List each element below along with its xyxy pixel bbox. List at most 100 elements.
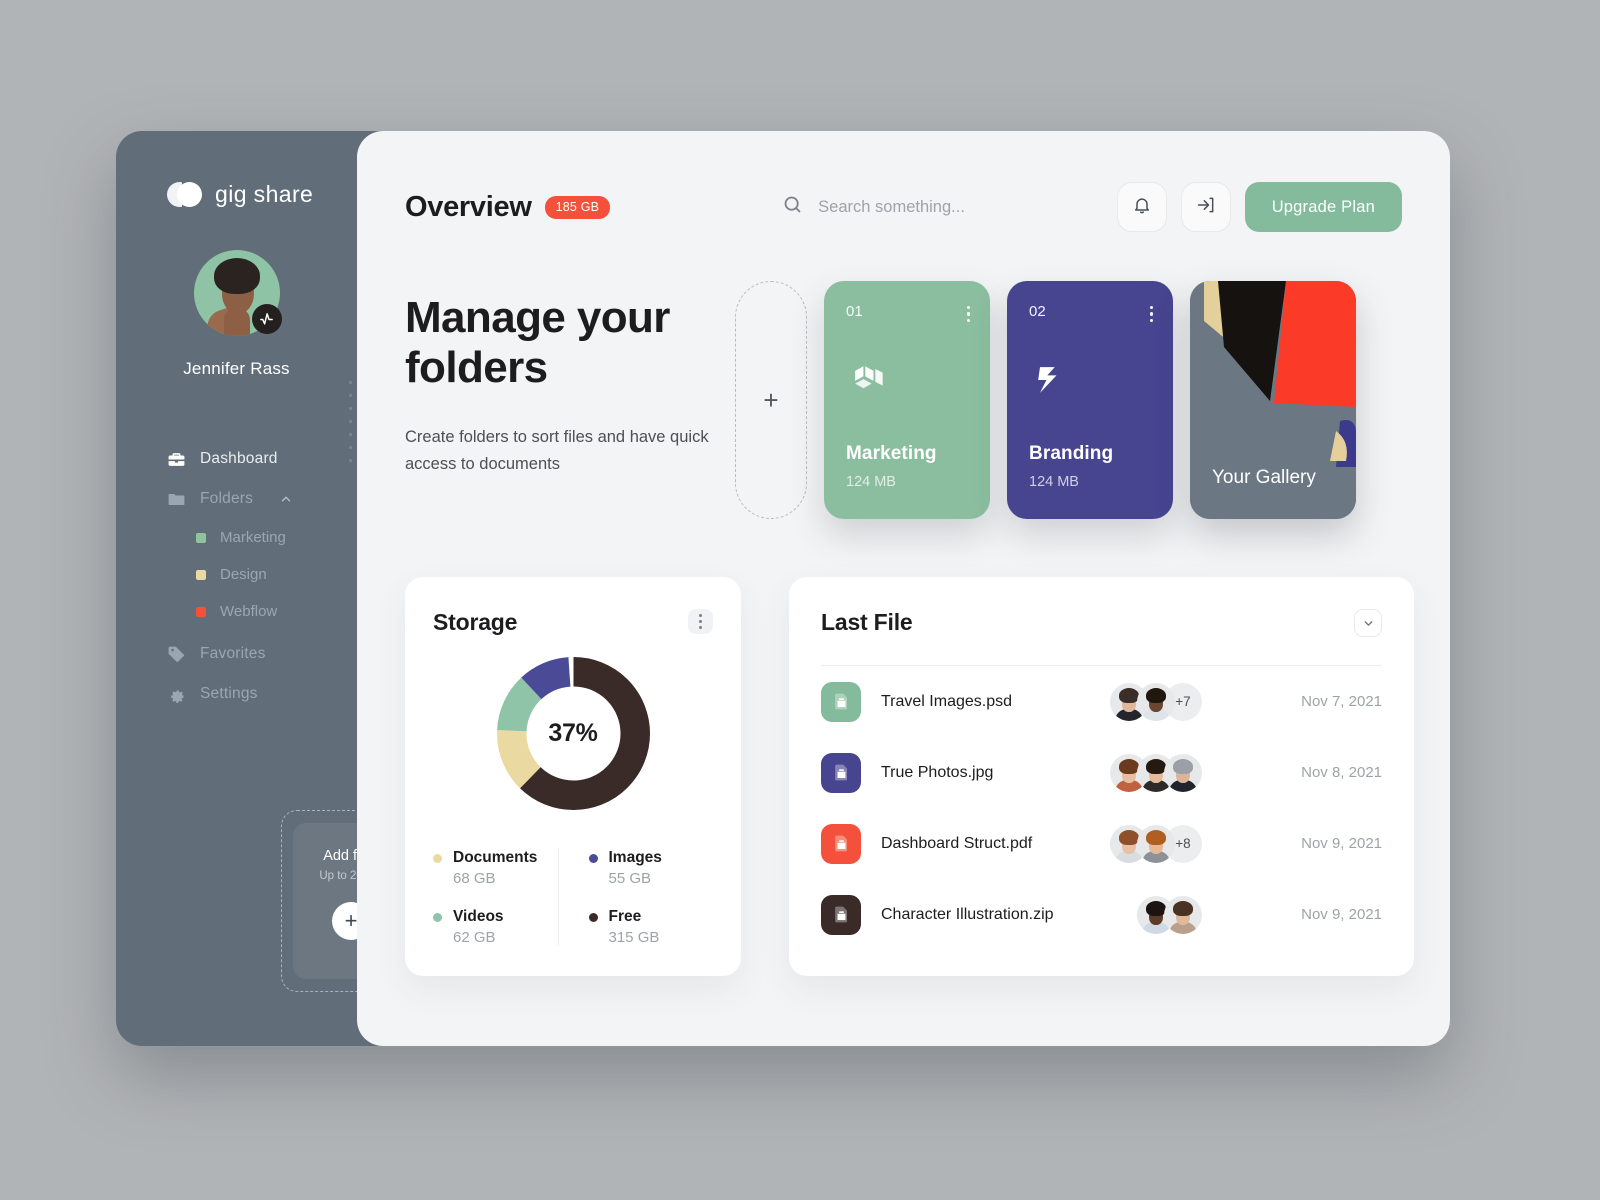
upgrade-plan-button[interactable]: Upgrade Plan — [1244, 182, 1402, 232]
legend-item-free: Free 315 GB — [588, 908, 714, 946]
folder-icon — [167, 490, 186, 509]
gear-icon — [167, 685, 186, 704]
collaborator-avatars[interactable]: +8 — [1110, 824, 1202, 863]
app-window: gig share Jennifer Rass Dashboard Folder… — [116, 131, 1450, 1046]
sidebar-item-folders[interactable]: Folders — [167, 479, 357, 519]
page-title-group: Overview 185 GB — [405, 190, 611, 224]
login-button[interactable] — [1180, 182, 1231, 232]
legend-label: Documents — [453, 849, 538, 866]
kebab-menu-icon[interactable] — [966, 303, 970, 323]
brand-name: gig share — [215, 181, 314, 207]
collaborator-avatars[interactable] — [1110, 753, 1202, 792]
legend-item-images: Images 55 GB — [588, 849, 714, 887]
sidebar-item-marketing[interactable]: Marketing — [196, 519, 357, 556]
last-file-title: Last File — [821, 609, 913, 635]
avatar — [1164, 753, 1202, 792]
last-file-header: Last File — [821, 609, 1382, 637]
folder-card-branding[interactable]: 02 Branding 124 MB — [1007, 281, 1173, 519]
storage-title: Storage — [433, 609, 518, 635]
sidebar-item-settings[interactable]: Settings — [167, 674, 357, 714]
hero-heading: Manage your folders — [405, 293, 670, 392]
avatar-wrapper[interactable] — [193, 250, 282, 336]
add-files-button[interactable]: + — [332, 902, 357, 940]
folder-card-marketing[interactable]: 01 Marketing 124 MB — [824, 281, 990, 519]
file-name: Dashboard Struct.pdf — [881, 834, 1033, 852]
storage-legend: Documents 68 GB Videos 62 GB Images 55 G… — [433, 849, 713, 946]
file-type-icon — [821, 894, 861, 935]
sidebar-item-webflow[interactable]: Webflow — [196, 593, 357, 630]
file-date: Nov 8, 2021 — [1301, 764, 1382, 781]
page-title: Overview — [405, 190, 532, 223]
legend-value: 315 GB — [608, 929, 660, 946]
profile-name: Jennifer Rass — [183, 359, 290, 378]
folder-color-swatch — [196, 569, 206, 580]
search-input[interactable] — [818, 197, 1089, 217]
sidebar-item-favorites[interactable]: Favorites — [167, 634, 357, 674]
folder-brand-icon — [1029, 358, 1153, 407]
folder-number: 01 — [846, 303, 863, 320]
hero-row: Manage your folders Create folders to so… — [357, 235, 1450, 519]
folder-card-header: 02 — [1029, 303, 1153, 323]
main-content: Overview 185 GB Search something... Upgr… — [357, 131, 1450, 1046]
sidebar-item-dashboard[interactable]: Dashboard — [167, 439, 357, 479]
folder-number: 02 — [1029, 303, 1046, 320]
hero-text: Manage your folders Create folders to so… — [405, 275, 735, 519]
add-files-subtitle: Up to 20 GB — [319, 870, 357, 882]
gallery-name: Your Gallery — [1212, 467, 1316, 489]
notifications-button[interactable] — [1116, 182, 1167, 232]
folder-cards: + 01 Marketing 124 MB 02 Branding 124 MB… — [735, 275, 1356, 519]
chevron-down-icon[interactable] — [1354, 609, 1382, 637]
search-icon — [782, 194, 803, 220]
briefcase-icon — [167, 450, 186, 469]
sidebar-item-label: Settings — [200, 685, 258, 702]
folder-color-swatch — [196, 606, 206, 617]
kebab-menu-icon[interactable] — [1149, 303, 1153, 323]
file-date: Nov 9, 2021 — [1301, 906, 1382, 923]
sidebar-item-label: Dashboard — [200, 450, 278, 467]
search-box[interactable] — [782, 194, 1089, 220]
storage-card: Storage 37% Documents 68 GB Videos 62 GB… — [405, 577, 741, 976]
table-row[interactable]: True Photos.jpg Nov 8, 2021 — [821, 737, 1382, 808]
avatar — [1164, 895, 1202, 934]
add-files-dropzone[interactable]: Add files Up to 20 GB + — [281, 810, 357, 992]
collaborator-avatars[interactable]: +7 — [1110, 682, 1202, 721]
sidebar-item-design[interactable]: Design — [196, 556, 357, 593]
subfolder-label: Design — [220, 566, 267, 583]
legend-dot — [433, 853, 442, 863]
table-row[interactable]: Character Illustration.zip Nov 9, 2021 — [821, 879, 1382, 950]
legend-label: Free — [608, 908, 642, 925]
sidebar-item-label: Folders — [200, 490, 254, 507]
profile-block: Jennifer Rass — [116, 250, 357, 379]
file-name: Character Illustration.zip — [881, 905, 1054, 923]
folder-card-header: 01 — [846, 303, 970, 323]
screen: gig share Jennifer Rass Dashboard Folder… — [0, 0, 1600, 1200]
subfolder-label: Webflow — [220, 603, 278, 620]
brand-logo[interactable]: gig share — [116, 181, 357, 208]
file-name: Travel Images.psd — [881, 692, 1013, 710]
add-folder-button[interactable]: + — [735, 281, 807, 519]
file-type-icon — [821, 752, 861, 793]
table-row[interactable]: Travel Images.psd +7 Nov 7, 2021 — [821, 666, 1382, 737]
collaborator-avatars[interactable] — [1137, 895, 1202, 934]
sidebar-nav: Dashboard Folders Marketing Design Webfl… — [116, 439, 357, 714]
chevron-up-icon[interactable] — [279, 492, 293, 506]
table-row[interactable]: Dashboard Struct.pdf +8 Nov 9, 2021 — [821, 808, 1382, 879]
legend-item-documents: Documents 68 GB — [433, 849, 558, 887]
kebab-menu-icon[interactable] — [688, 609, 713, 634]
top-actions: Upgrade Plan — [1116, 182, 1402, 232]
file-name: True Photos.jpg — [881, 763, 994, 781]
legend-item-videos: Videos 62 GB — [433, 908, 558, 946]
sidebar: gig share Jennifer Rass Dashboard Folder… — [116, 131, 357, 1046]
sidebar-item-label: Favorites — [200, 645, 266, 662]
tag-icon — [167, 645, 186, 664]
bell-icon — [1132, 195, 1152, 220]
folder-size: 124 MB — [846, 474, 896, 490]
file-type-icon — [821, 681, 861, 722]
storage-donut-chart: 37% — [433, 652, 713, 815]
file-type-icon — [821, 823, 861, 864]
subfolder-label: Marketing — [220, 529, 286, 546]
gigshare-logo-icon — [167, 182, 202, 207]
storage-badge: 185 GB — [544, 195, 611, 219]
gallery-card[interactable]: Your Gallery — [1190, 281, 1356, 519]
legend-value: 55 GB — [608, 870, 652, 887]
